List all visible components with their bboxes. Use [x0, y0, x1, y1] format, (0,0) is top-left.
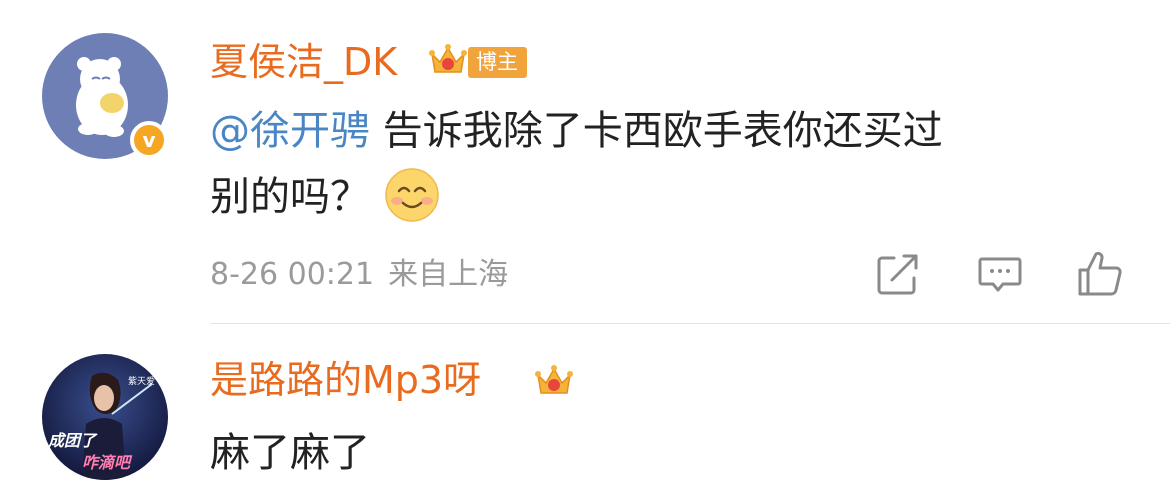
- svg-text:成团了: 成团了: [47, 431, 98, 450]
- avatar[interactable]: v: [42, 33, 168, 159]
- comment-location: 来自上海: [388, 257, 509, 292]
- crown-level-icon: [428, 40, 468, 84]
- comment-text: 麻了麻了: [210, 430, 370, 476]
- comment-date: 8-26 00:21: [210, 257, 375, 292]
- avatar-small-text: 紫天爱: [128, 376, 155, 387]
- comment-meta: 8-26 00:21 来自上海: [210, 255, 508, 295]
- comment-text: @徐开骋 告诉我除了卡西欧手表你还买过 别的吗？: [210, 98, 1130, 230]
- avatar-image: 紫天爱 成团了 咋滴吧: [42, 354, 168, 480]
- comment-button[interactable]: [976, 250, 1024, 298]
- smile-emoji-icon: [384, 167, 440, 223]
- like-icon: [1078, 251, 1122, 296]
- username[interactable]: 是路路的Mp3呀: [210, 361, 481, 399]
- forward-icon: [877, 254, 918, 295]
- blogger-badge: 博主: [468, 47, 527, 78]
- comment-text-line1: 告诉我除了卡西欧手表你还买过: [382, 108, 943, 154]
- like-button[interactable]: [1076, 250, 1124, 298]
- svg-text:咋滴吧: 咋滴吧: [82, 453, 133, 472]
- comment-item: v 夏侯洁_DK 博主 @徐开骋 告诉我除了卡西欧手表你还买过 别的吗？ 8-2…: [0, 0, 1170, 325]
- divider: [210, 323, 1170, 324]
- comment-text-line2: 别的吗？: [210, 174, 370, 220]
- crown-level-icon: [534, 361, 574, 405]
- mention-link[interactable]: @徐开骋: [210, 108, 370, 154]
- avatar[interactable]: 紫天爱 成团了 咋滴吧: [42, 354, 168, 480]
- comment-icon: [978, 257, 1022, 292]
- comment-item: 紫天爱 成团了 咋滴吧 是路路的Mp3呀 麻了麻了: [0, 325, 1170, 502]
- forward-button[interactable]: [874, 250, 922, 298]
- username[interactable]: 夏侯洁_DK: [210, 43, 397, 81]
- verified-badge-icon: v: [130, 121, 168, 159]
